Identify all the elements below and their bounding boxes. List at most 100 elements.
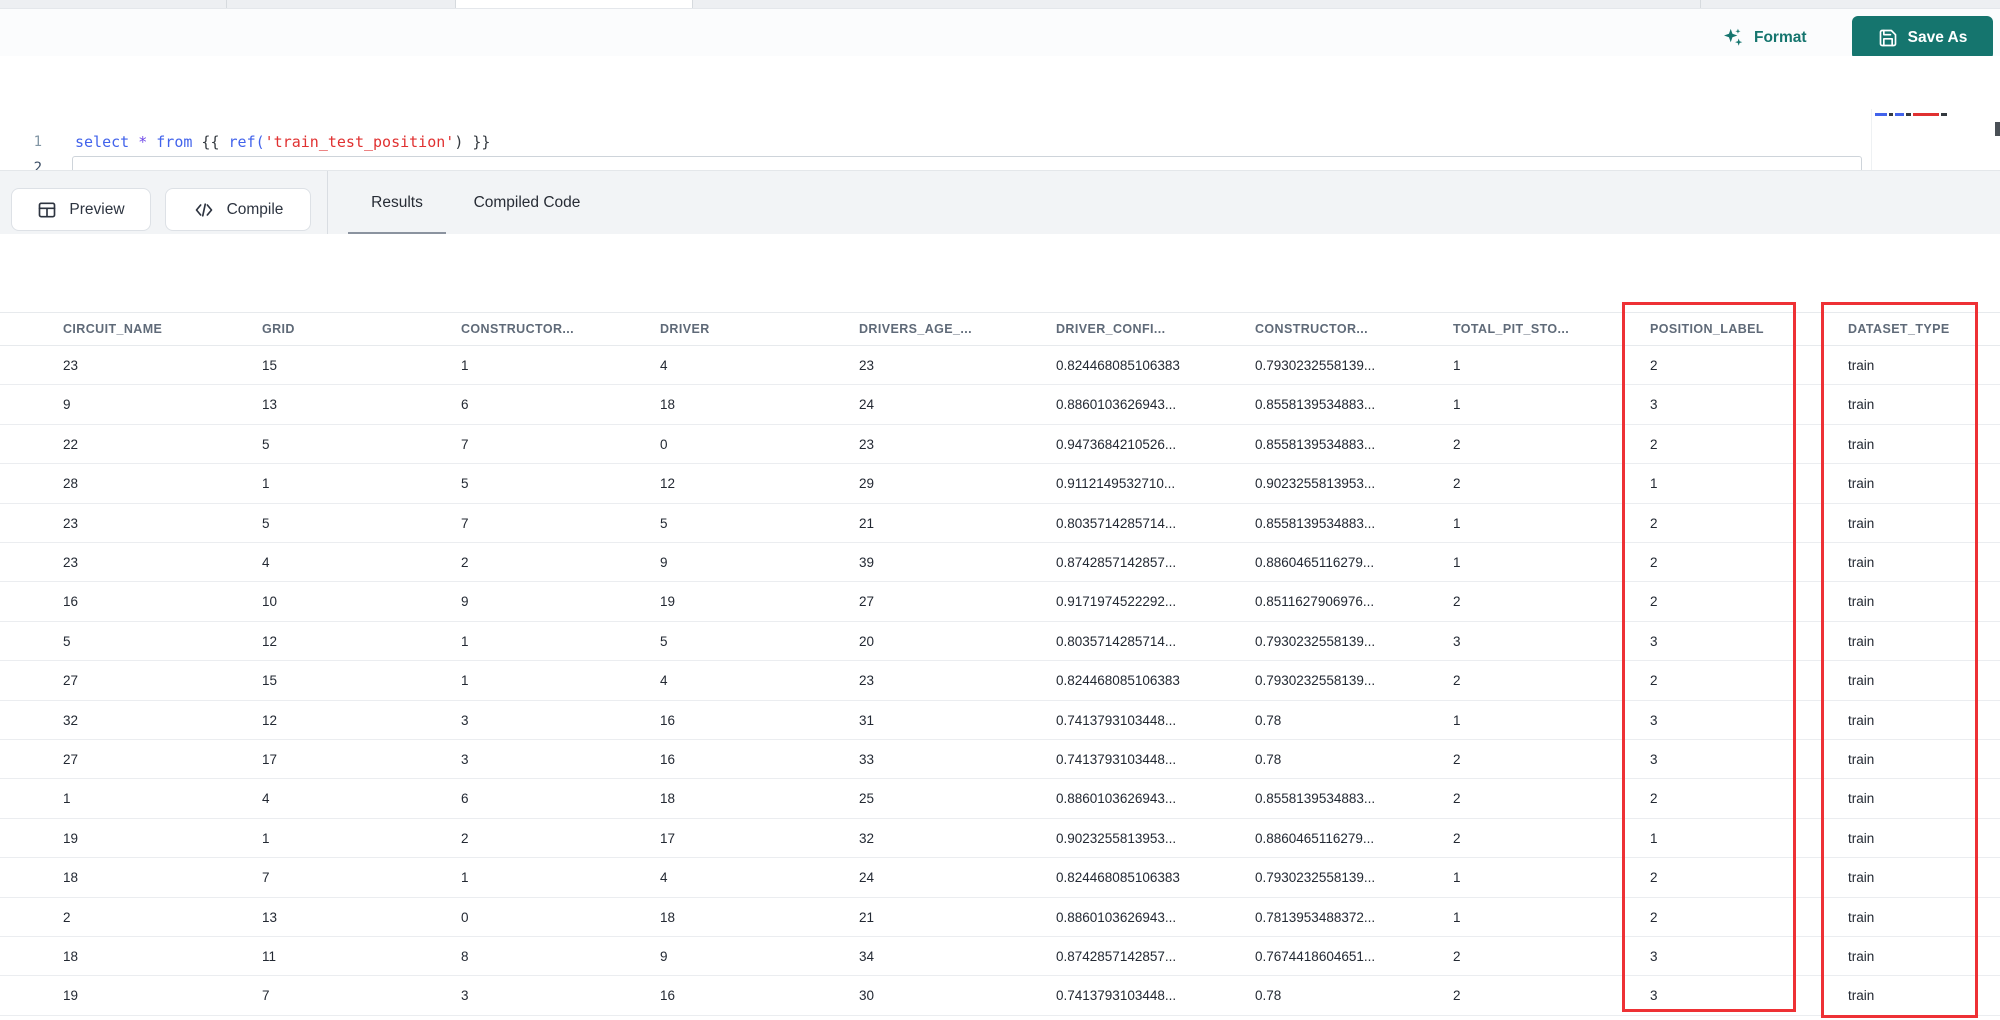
table-cell: 2 — [1650, 673, 1658, 689]
results-info-bar: Results limited to 500 rows. ? Download … — [0, 234, 2000, 520]
dbt-ide-window: Format Save As 1 2 select * from {{ ref(… — [0, 0, 2000, 1020]
table-row: 23 15 1 4 23 0.824468085106383 0.7930232558139… — [0, 346, 2000, 386]
table-cell: 7 — [262, 988, 270, 1004]
table-cell: 0.78 — [1255, 752, 1282, 767]
preview-button[interactable]: Preview — [11, 188, 151, 231]
table-cell: 5 — [461, 476, 469, 492]
tab-results[interactable]: Results — [348, 171, 446, 235]
table-cell: 11 — [262, 949, 277, 964]
table-cell: 4 — [660, 673, 668, 689]
table-cell: 21 — [859, 515, 875, 531]
column-header-dataset_type: DATASET_TYPE — [1848, 322, 1950, 336]
table-cell: 0.7930232558139... — [1255, 673, 1376, 689]
tab-compiled-code[interactable]: Compiled Code — [462, 171, 592, 235]
table-cell: 23 — [63, 555, 79, 570]
results-table: CIRCUIT_NAME GRID CONSTRUCTOR... DRIVER DRIV… — [0, 312, 2000, 1020]
table-cell: 0.7413793103448... — [1056, 712, 1177, 728]
tab-separator — [1700, 0, 1701, 8]
table-cell: 32 — [63, 712, 79, 728]
table-cell: 0.9171974522292... — [1056, 594, 1177, 610]
table-cell: 0.8558139534883... — [1255, 436, 1376, 452]
code-line-1[interactable]: select * from {{ ref('train_test_positio… — [75, 133, 490, 151]
table-cell: 1 — [1453, 870, 1461, 886]
table-cell: 0.7930232558139... — [1255, 358, 1376, 373]
table-cell: 1 — [1453, 515, 1461, 531]
table-cell: 1 — [461, 633, 469, 649]
table-cell: 16 — [660, 752, 676, 767]
table-cell: 0.824468085106383 — [1056, 673, 1180, 689]
table-cell: 0.8511627906976... — [1255, 594, 1375, 610]
table-cell: 0.9023255813953... — [1056, 830, 1177, 846]
table-cell: 13 — [262, 909, 278, 925]
table-cell: 7 — [461, 436, 469, 452]
table-cell: 2 — [63, 909, 71, 925]
table-cell: 1 — [1650, 476, 1658, 492]
table-row: 16 10 9 19 27 0.9171974522292... 0.85116279069… — [0, 582, 2000, 622]
table-cell: 0.7674418604651... — [1255, 949, 1376, 964]
column-header-circuit_name: CIRCUIT_NAME — [63, 322, 163, 336]
save-as-button[interactable]: Save As — [1852, 16, 1993, 60]
table-cell: 12 — [262, 712, 278, 728]
table-cell: 1 — [1453, 712, 1461, 728]
table-cell: 9 — [660, 555, 668, 570]
table-cell: 29 — [859, 476, 875, 492]
table-cell: 4 — [262, 555, 270, 570]
table-cell: 19 — [63, 988, 79, 1004]
save-as-button-label: Save As — [1907, 29, 1968, 46]
table-row: 19 1 2 17 32 0.9023255813953... 0.886046511627… — [0, 819, 2000, 859]
table-cell: train — [1848, 476, 1875, 492]
compile-button[interactable]: Compile — [165, 188, 311, 231]
file-tab-strip[interactable] — [0, 0, 2000, 9]
table-row: 19 7 3 16 30 0.7413793103448... 0.78 2 3 train — [0, 976, 2000, 1016]
editor-scrollbar-nub[interactable] — [1995, 122, 2000, 136]
table-cell: 5 — [262, 515, 270, 531]
sql-code-editor[interactable]: 1 2 select * from {{ ref('train_test_pos… — [0, 56, 2000, 186]
table-cell: 0.78 — [1255, 712, 1282, 728]
table-cell: 9 — [461, 594, 469, 610]
table-row: 1 4 6 18 25 0.8860103626943... 0.8558139534883… — [0, 779, 2000, 819]
table-cell: 7 — [461, 515, 469, 531]
table-cell: 23 — [859, 358, 875, 373]
format-button-label: Format — [1754, 29, 1807, 46]
table-row: 22 5 7 0 23 0.9473684210526... 0.8558139534883… — [0, 425, 2000, 465]
table-cell: 1 — [461, 358, 469, 373]
table-cell: 18 — [63, 870, 79, 886]
code-token-brace: ) — [454, 133, 473, 151]
code-token-string: 'train_test_position' — [264, 133, 455, 151]
active-file-tab[interactable] — [455, 0, 693, 8]
table-row: 2 13 0 18 21 0.8860103626943... 0.781395348837… — [0, 898, 2000, 937]
table-cell: 2 — [1453, 476, 1461, 492]
table-cell: 3 — [1650, 397, 1658, 413]
table-cell: train — [1848, 555, 1875, 570]
table-row: 23 5 7 5 21 0.8035714285714... 0.8558139534883… — [0, 504, 2000, 543]
code-token-function: ref( — [228, 133, 265, 151]
table-cell: 17 — [262, 752, 278, 767]
table-cell: 22 — [63, 436, 79, 452]
table-cell: 1 — [63, 791, 71, 807]
table-cell: 3 — [1650, 712, 1658, 728]
table-cell: 1 — [1453, 397, 1461, 413]
table-icon — [37, 200, 57, 220]
table-cell: 3 — [461, 712, 469, 728]
table-row: 18 11 8 9 34 0.8742857142857... 0.767441860465… — [0, 937, 2000, 977]
table-cell: 1 — [1453, 358, 1461, 373]
table-cell: 0.8742857142857... — [1056, 949, 1177, 964]
table-cell: 2 — [1650, 555, 1658, 570]
sparkles-icon — [1722, 27, 1744, 49]
table-cell: 0.9473684210526... — [1056, 436, 1177, 452]
table-cell: 34 — [859, 949, 875, 964]
column-header-grid: GRID — [262, 322, 295, 336]
table-cell: train — [1848, 594, 1875, 610]
table-cell: 0.824468085106383 — [1056, 870, 1180, 886]
table-cell: 16 — [63, 594, 79, 610]
code-token-operator: * — [138, 133, 148, 151]
format-button[interactable]: Format — [1722, 21, 1807, 55]
table-cell: 13 — [262, 397, 278, 413]
table-cell: 0.7413793103448... — [1056, 752, 1177, 767]
table-row: 23 4 2 9 39 0.8742857142857... 0.8860465116279… — [0, 543, 2000, 583]
table-cell: 23 — [859, 436, 875, 452]
table-cell: 5 — [660, 633, 668, 649]
table-cell: train — [1848, 752, 1875, 767]
table-cell: train — [1848, 712, 1875, 728]
